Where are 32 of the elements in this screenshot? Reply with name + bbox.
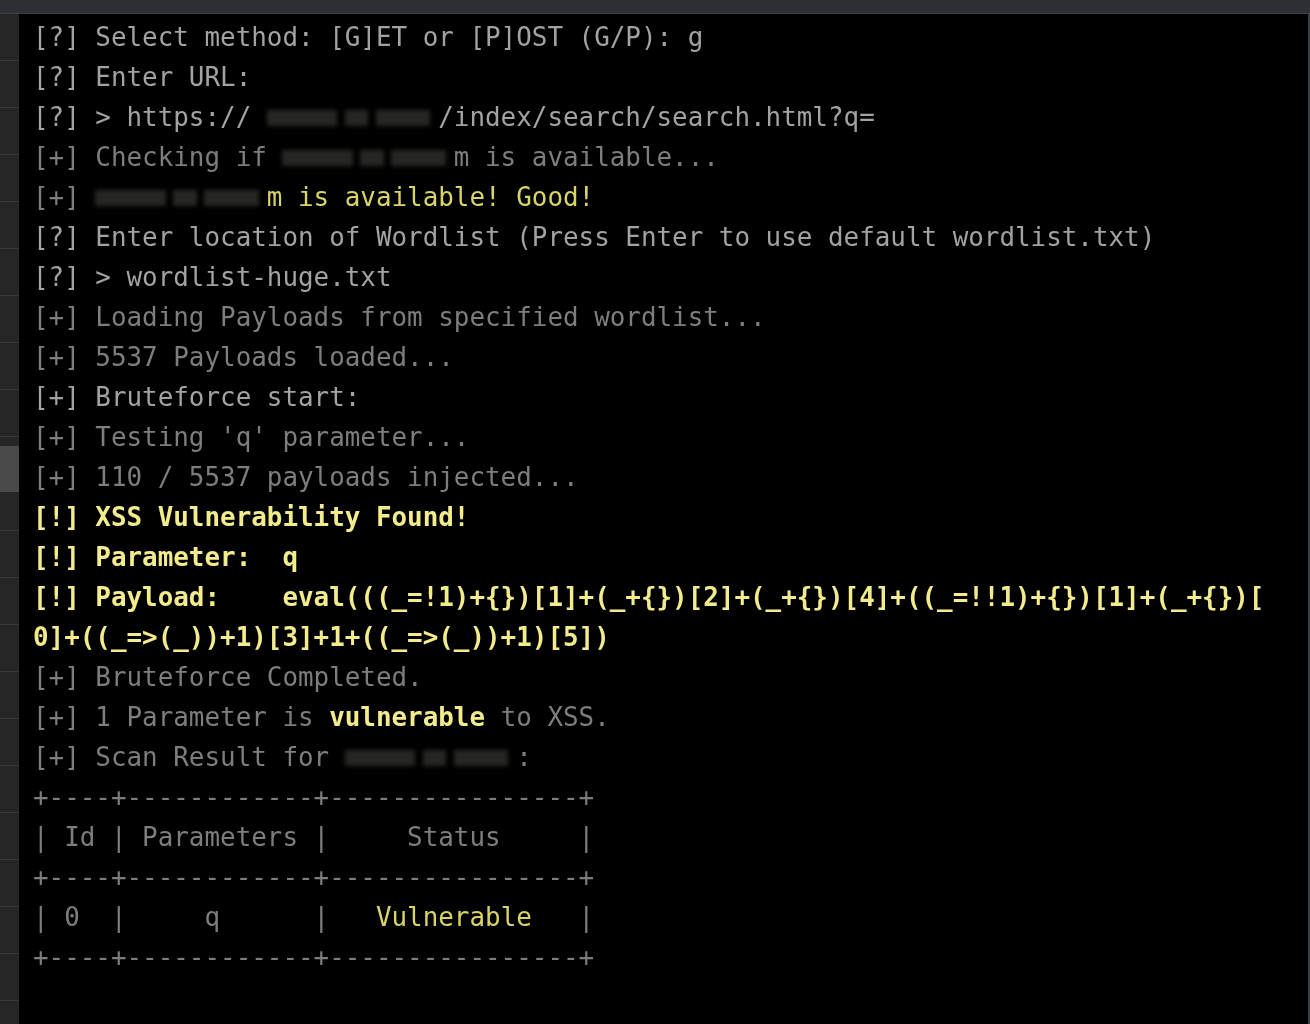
terminal-text: 0]+((_=>(_))+1)[3]+1+((_=>(_))+1)[5])	[33, 622, 610, 654]
terminal-text: vulnerable	[329, 702, 486, 734]
terminal-text: [?] > https://	[33, 102, 253, 134]
terminal-text: [!] Parameter: q	[33, 542, 298, 574]
terminal-text: [+] Bruteforce start:	[33, 382, 361, 414]
terminal-text: +----+------------+----------------+	[33, 942, 595, 974]
terminal-text: +----+------------+----------------+	[33, 862, 595, 894]
terminal-text: /index/search/search.html?q=	[438, 102, 875, 134]
terminal-text: [+] 5537 Payloads loaded...	[33, 342, 454, 374]
terminal-text: [!] Payload: eval(((_=!1)+{})[1]+(_+{})[2]+(_+{})[4]+((_=!!1)+{})[1]+(_+{})[	[33, 582, 1265, 614]
terminal-text: [+] 110 / 5537 payloads injected...	[33, 462, 579, 494]
terminal-text: [?] Enter URL:	[33, 62, 252, 94]
terminal-text: :	[516, 742, 532, 774]
terminal-text: [+] Scan Result for	[33, 742, 331, 774]
terminal-text: [+] 1 Parameter is	[33, 702, 315, 734]
terminal-text: | 0 | q |	[33, 902, 331, 934]
terminal-text: +----+------------+----------------+	[33, 782, 595, 814]
terminal-text: [!] XSS Vulnerability Found!	[33, 502, 470, 534]
terminal-text: [+] Checking if	[33, 142, 268, 174]
terminal-text: [+] Loading Payloads from specified wordlist...	[33, 302, 766, 334]
terminal-text: | Id | Parameters | Status |	[33, 822, 595, 854]
terminal-text: [?] Enter location of Wordlist (Press Enter to use default wordlist.txt)	[33, 222, 1156, 254]
terminal-text: to XSS.	[499, 702, 610, 734]
terminal-text: [+] Bruteforce Completed.	[33, 662, 423, 694]
terminal-text: Vulnerable	[375, 902, 532, 934]
terminal-text: [?] Select method: [G]ET or [P]OST (G/P): g	[33, 22, 704, 54]
terminal-text: [?] > wordlist-huge.txt	[33, 262, 392, 294]
terminal-text: m is available! Good!	[266, 182, 595, 214]
terminal-text: m is available...	[453, 142, 719, 174]
terminal-text: |	[577, 902, 595, 934]
terminal-text: [+]	[33, 182, 81, 214]
terminal-text: [+] Testing 'q' parameter...	[33, 422, 470, 454]
